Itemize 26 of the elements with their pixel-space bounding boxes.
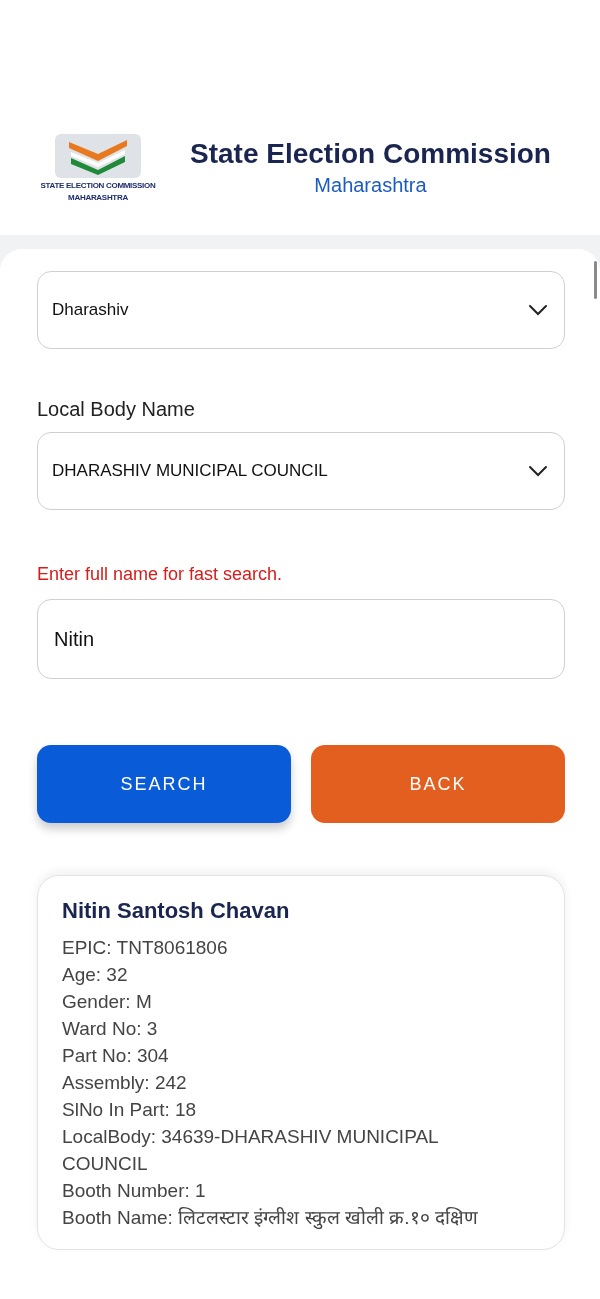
voter-detail: Age: 32	[62, 963, 129, 987]
voter-detail: LocalBody: 34639-DHARASHIV MUNICIPAL COUNCIL	[62, 1125, 439, 1176]
chevron-down-icon	[528, 304, 548, 316]
search-hint: Enter full name for fast search.	[37, 564, 284, 585]
app-title: State Election Commission	[190, 138, 551, 170]
back-button[interactable]: BACK	[311, 745, 565, 823]
voter-detail: SlNo In Part: 18	[62, 1098, 198, 1122]
voter-detail: Assembly: 242	[62, 1071, 188, 1095]
local-body-select[interactable]: DHARASHIV MUNICIPAL COUNCIL	[37, 432, 565, 510]
field-label: Local Body Name	[37, 397, 196, 421]
district-select[interactable]: Dharashiv	[37, 271, 565, 349]
voter-detail: Booth Name: लिटलस्टार इंग्लीश स्कुल खोली क्र.१० दक्षिण	[62, 1206, 479, 1231]
scrollbar	[594, 261, 597, 299]
voter-detail: EPIC: TNT8061806	[62, 936, 229, 960]
voter-detail: Part No: 304	[62, 1044, 170, 1068]
logo-caption: STATE ELECTION COMMISSION	[40, 180, 156, 190]
voter-detail: Gender: M	[62, 990, 153, 1014]
name-input[interactable]: Nitin	[37, 599, 565, 679]
logo-caption: MAHARASHTRA	[68, 192, 128, 202]
voter-detail: Booth Number: 1	[62, 1179, 207, 1203]
logo-icon	[55, 133, 141, 178]
voter-detail: Ward No: 3	[62, 1017, 159, 1041]
app-subtitle: Maharashtra	[314, 174, 427, 197]
voter-name: Nitin Santosh Chavan	[62, 898, 291, 924]
chevron-down-icon	[528, 465, 548, 477]
search-button[interactable]: SEARCH	[37, 745, 291, 823]
